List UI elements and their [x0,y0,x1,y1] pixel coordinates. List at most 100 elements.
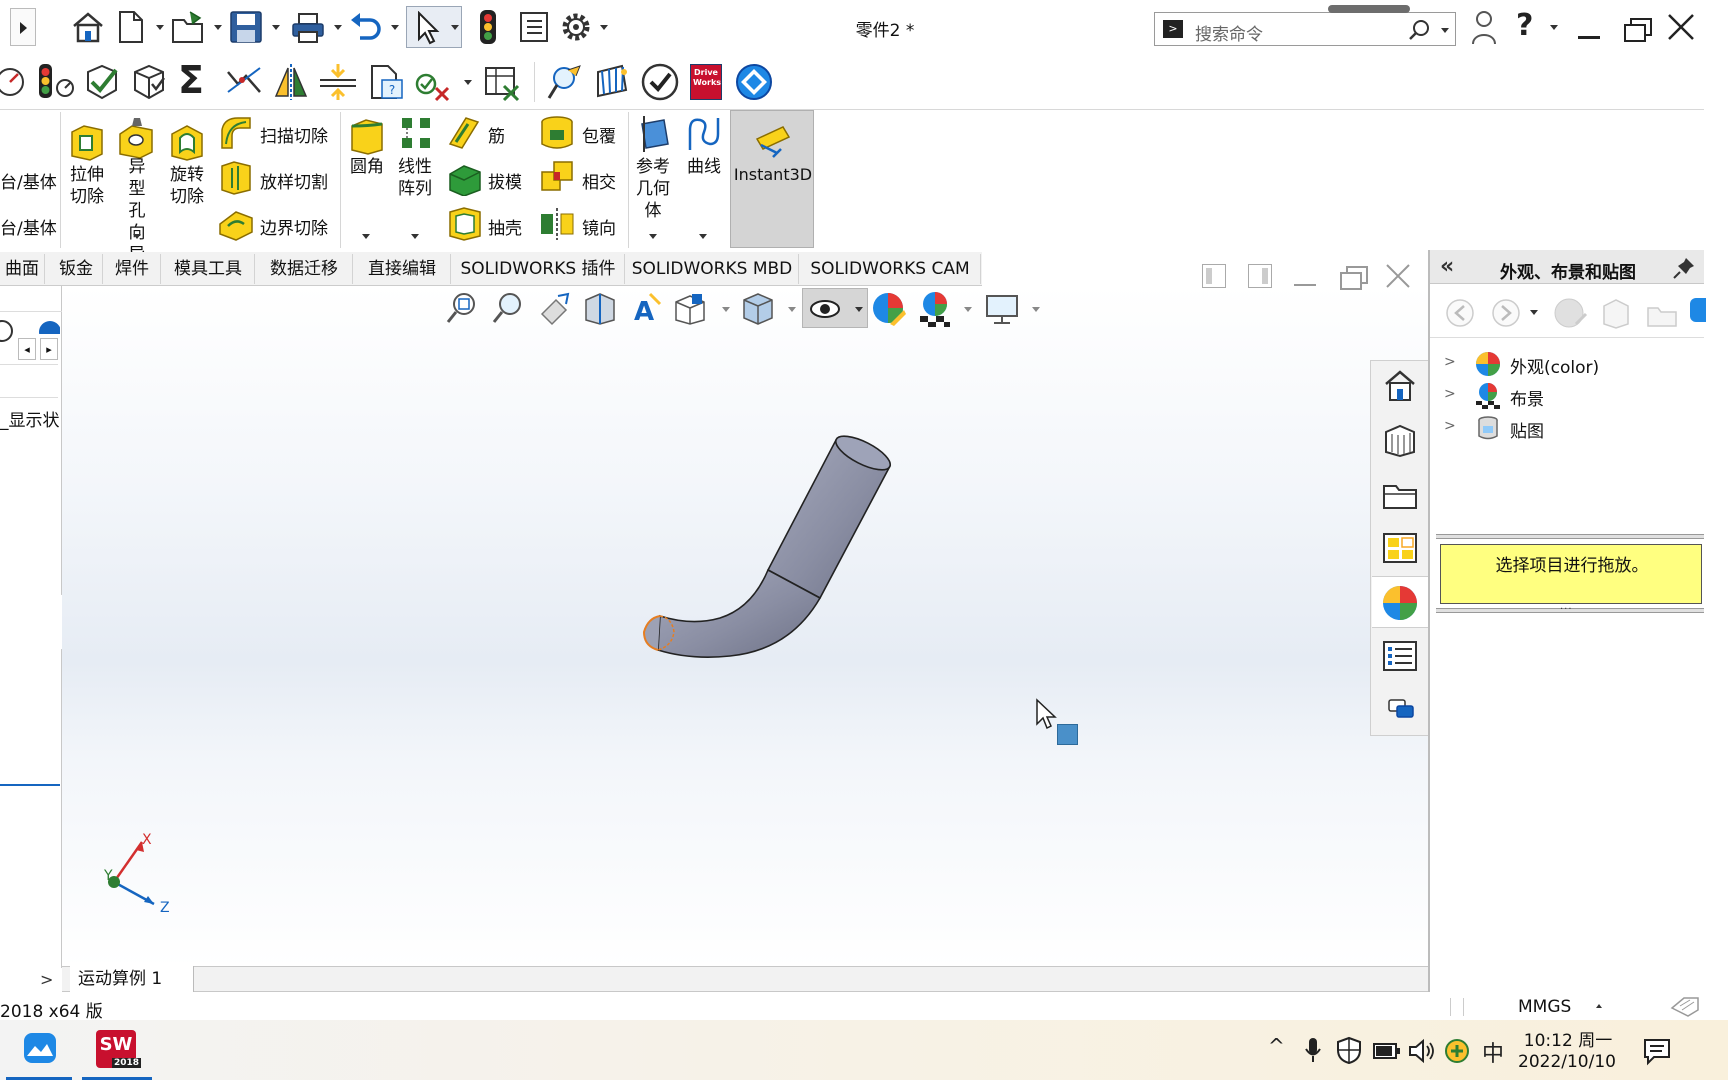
collapse-pane-button[interactable]: « [1440,254,1454,279]
dimxpert-icon[interactable] [0,318,14,344]
feature-check-icon[interactable] [412,62,452,102]
solidworks-resources-icon[interactable] [1380,366,1420,406]
hole-wizard-icon[interactable] [116,116,156,160]
print-icon[interactable] [290,12,326,44]
tab-solidworks-mbd[interactable]: SOLIDWORKS MBD [626,254,799,284]
display-style-dropdown[interactable] [788,307,796,312]
wrap-icon[interactable] [538,114,576,152]
notification-center-icon[interactable] [1642,1036,1672,1066]
section-view-icon[interactable] [582,290,618,326]
scroll-right-button[interactable]: ▸ [40,338,58,360]
library-add-icon[interactable] [1598,296,1634,330]
reference-geometry-dropdown[interactable] [649,234,657,239]
options-dropdown-arrow[interactable] [600,25,608,30]
evaluate-dropdown-arrow[interactable] [464,80,472,85]
rib-icon[interactable] [446,114,482,152]
status-tag-icon[interactable] [1668,994,1702,1018]
viewport-restore-button[interactable] [1340,266,1368,290]
clock-time[interactable]: 10:12 周一 [1518,1026,1618,1051]
view-orientation-icon[interactable] [672,290,708,326]
display-manager-icon[interactable] [36,318,60,334]
check-document-icon[interactable]: ? [366,62,406,102]
draft-icon[interactable] [446,158,482,196]
viewport-tile-right-button[interactable] [1248,264,1272,288]
tab-solidworks-addins[interactable]: SOLIDWORKS 插件 [452,254,625,284]
mold-analysis-icon[interactable] [546,62,586,102]
back-icon[interactable] [1444,298,1476,328]
microphone-icon[interactable] [1304,1036,1322,1064]
linear-pattern-dropdown[interactable] [411,234,419,239]
tree-item-scenes[interactable]: > 布景 [1440,380,1700,412]
save-icon[interactable] [228,10,264,44]
boundary-cut-icon[interactable] [218,204,254,242]
intersect-icon[interactable] [538,158,576,196]
wrap-label[interactable]: 包覆 [582,122,616,147]
sweep-cut-icon[interactable] [218,114,254,152]
file-properties-icon[interactable] [518,10,550,44]
folder-add-icon[interactable] [1644,296,1680,330]
linear-pattern-icon[interactable] [398,114,434,154]
zoom-to-fit-icon[interactable] [444,290,480,326]
previous-view-icon[interactable] [536,290,572,326]
view-palette-icon[interactable] [1380,528,1420,568]
hole-wizard-label[interactable]: 异型孔向导 [117,156,157,266]
sum-icon[interactable]: Σ [178,60,204,100]
display-style-icon[interactable] [740,290,776,326]
minimize-button[interactable] [1578,36,1600,39]
design-library-icon[interactable] [1380,420,1420,460]
fillet-dropdown[interactable] [362,234,370,239]
revolve-cut-label[interactable]: 旋转切除 [167,164,207,208]
instant3d-button[interactable]: Instant3D [730,110,814,248]
revolve-cut-icon[interactable] [168,120,206,162]
units-label[interactable]: MMGS [1518,997,1571,1017]
hide-show-items-button[interactable] [802,288,868,328]
clock-date[interactable]: 2022/10/10 [1510,1052,1624,1072]
network-sync-icon[interactable] [734,62,774,102]
check-cube-icon[interactable] [82,62,122,102]
interference-icon[interactable] [224,62,264,102]
new-document-icon[interactable] [116,10,146,44]
help-button[interactable]: ? [1516,8,1533,43]
forward-dropdown[interactable] [1530,310,1538,315]
viewport-tile-left-button[interactable] [1202,264,1226,288]
apply-scene-dropdown[interactable] [964,307,972,312]
rebuild-traffic-light-icon[interactable] [478,8,498,46]
view-settings-dropdown[interactable] [1032,307,1040,312]
tab-motion-study-1[interactable]: 运动算例 1 [70,966,194,992]
zebra-stripes-icon[interactable] [592,62,632,102]
show-hidden-icons-chevron[interactable]: ^ [1268,1034,1285,1058]
forum-chat-icon[interactable] [1386,694,1416,724]
reference-geometry-label[interactable]: 参考几何体 [633,156,673,222]
sweep-cut-label[interactable]: 扫描切除 [260,122,328,147]
undo-icon[interactable] [348,10,384,44]
user-account-icon[interactable] [1470,8,1498,46]
linear-pattern-label[interactable]: 线性阵列 [395,156,435,200]
restore-button[interactable] [1624,18,1652,42]
viewport-close-icon[interactable] [1384,262,1412,290]
home-icon[interactable] [70,10,106,44]
thickness-analysis-icon[interactable] [318,62,358,102]
pane-splitter-top[interactable] [1436,534,1704,539]
mirror-label[interactable]: 镜向 [582,214,616,239]
expand-menu-arrow[interactable] [10,8,36,46]
reference-geometry-icon[interactable] [634,114,674,154]
curves-icon[interactable] [684,114,724,154]
boundary-cut-label[interactable]: 边界切除 [260,214,328,239]
appearance-ball-icon[interactable] [1552,296,1588,330]
tree-item-appearances[interactable]: > 外观(color) [1440,348,1700,380]
security-shield-icon[interactable] [1336,1036,1362,1064]
boss-base-label-2[interactable]: 台/基体 [0,214,57,239]
zoom-to-area-icon[interactable] [490,290,526,326]
tab-sheet-metal[interactable]: 钣金 [50,254,103,284]
ime-indicator[interactable]: 中 [1482,1036,1504,1068]
loft-cut-label[interactable]: 放样切割 [260,168,328,193]
tab-mold-tools[interactable]: 模具工具 [162,254,255,284]
driveworks-icon[interactable]: Drive Works [690,64,722,100]
units-up-arrow[interactable] [1596,1004,1602,1008]
network-status-icon[interactable] [1444,1038,1470,1064]
forward-icon[interactable] [1490,298,1522,328]
gauge-icon[interactable] [0,64,28,100]
table-export-icon[interactable] [482,62,522,102]
boss-base-label-1[interactable]: 台/基体 [0,168,57,193]
dynamic-annotation-icon[interactable]: A [628,290,664,326]
